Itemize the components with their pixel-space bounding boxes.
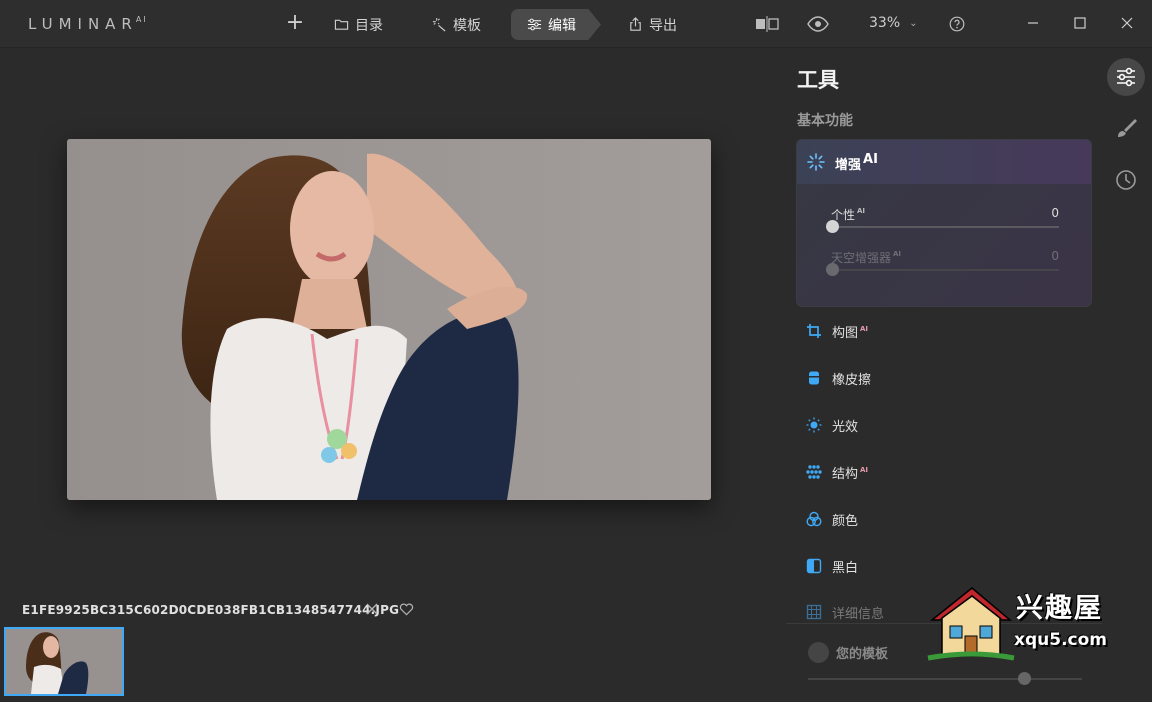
template-amount-slider[interactable] (808, 678, 1082, 680)
file-name: E1FE9925BC315C602D0CDE038FB1CB1348547744… (22, 603, 400, 617)
enhance-ai-card: 增强 AI 个性 AI 0 天空增强器 AI 0 (796, 139, 1092, 307)
watermark-text: 兴趣屋 (1016, 593, 1103, 624)
magic-wand-icon (432, 17, 446, 32)
rail-brush-button[interactable] (1107, 109, 1145, 147)
sky-enhancer-slider[interactable]: 天空增强器 AI 0 (826, 249, 1059, 276)
tab-edit[interactable]: 编辑 (511, 9, 601, 40)
share-icon (630, 17, 641, 31)
minimize-icon[interactable] (1024, 14, 1042, 32)
compare-icon[interactable] (755, 16, 779, 32)
slider-handle[interactable] (826, 220, 839, 233)
chevron-down-icon: ⌄ (909, 17, 918, 29)
tool-eraser[interactable]: 橡皮擦 (806, 367, 873, 389)
tool-black-white[interactable]: 黑白 (806, 555, 860, 577)
tool-light[interactable]: 光效 (806, 414, 860, 436)
color-icon (806, 511, 822, 527)
templates-toggle[interactable] (808, 642, 829, 663)
filmstrip-thumbnail[interactable] (4, 627, 124, 696)
eraser-icon (809, 371, 819, 385)
sun-icon (806, 417, 822, 433)
detail-icon (806, 604, 822, 620)
top-bar: LUMINARAI + 目录 模板 编辑 导出 33% ⌄ (0, 0, 1152, 48)
slider-handle[interactable] (1018, 672, 1032, 685)
tab-catalog[interactable]: 目录 (322, 9, 395, 40)
house-logo-icon (927, 587, 1015, 661)
maximize-icon[interactable] (1071, 14, 1089, 32)
help-icon[interactable] (949, 16, 965, 32)
watermark-url: xqu5.com (1014, 630, 1107, 650)
sliders-icon (527, 18, 542, 31)
app-logo: LUMINARAI (28, 15, 148, 33)
crop-icon (807, 324, 821, 338)
folder-icon (334, 19, 349, 30)
templates-label: 您的模板 (836, 647, 889, 662)
tool-details[interactable]: 详细信息 (806, 601, 886, 623)
add-photos-button[interactable]: + (284, 12, 306, 34)
portrait-image (67, 139, 711, 500)
close-icon[interactable] (1118, 14, 1136, 32)
bw-icon (806, 558, 822, 574)
photo-preview[interactable] (67, 139, 711, 500)
tool-color[interactable]: 颜色 (806, 508, 860, 530)
brush-icon (1118, 119, 1137, 137)
sliders-icon (1117, 67, 1135, 87)
tool-structure[interactable]: 结构 AI (806, 461, 868, 483)
tab-templates[interactable]: 模板 (420, 9, 493, 40)
close-icon[interactable] (364, 601, 380, 617)
enhance-ai-header[interactable]: 增强 AI (797, 140, 1091, 184)
tool-crop[interactable]: 构图 AI (806, 320, 868, 342)
image-canvas[interactable]: E1FE9925BC315C602D0CDE038FB1CB1348547744… (0, 48, 786, 702)
slider-handle[interactable] (826, 263, 839, 276)
zoom-dropdown[interactable]: 33% ⌄ (869, 15, 918, 31)
panel-title: 工具 (797, 68, 839, 92)
preview-eye-icon[interactable] (807, 15, 829, 33)
thumbnail-image (6, 629, 122, 694)
rail-tools-button[interactable] (1107, 58, 1145, 96)
section-essentials: 基本功能 (797, 113, 853, 129)
clock-icon (1116, 170, 1136, 190)
heart-icon[interactable] (399, 602, 414, 616)
rail-history-button[interactable] (1107, 161, 1145, 199)
accent-slider[interactable]: 个性 AI 0 (826, 206, 1059, 233)
sparkle-icon (807, 153, 825, 171)
tab-export[interactable]: 导出 (616, 9, 689, 40)
site-watermark: 兴趣屋 xqu5.com (926, 584, 1116, 664)
structure-icon (806, 465, 822, 479)
